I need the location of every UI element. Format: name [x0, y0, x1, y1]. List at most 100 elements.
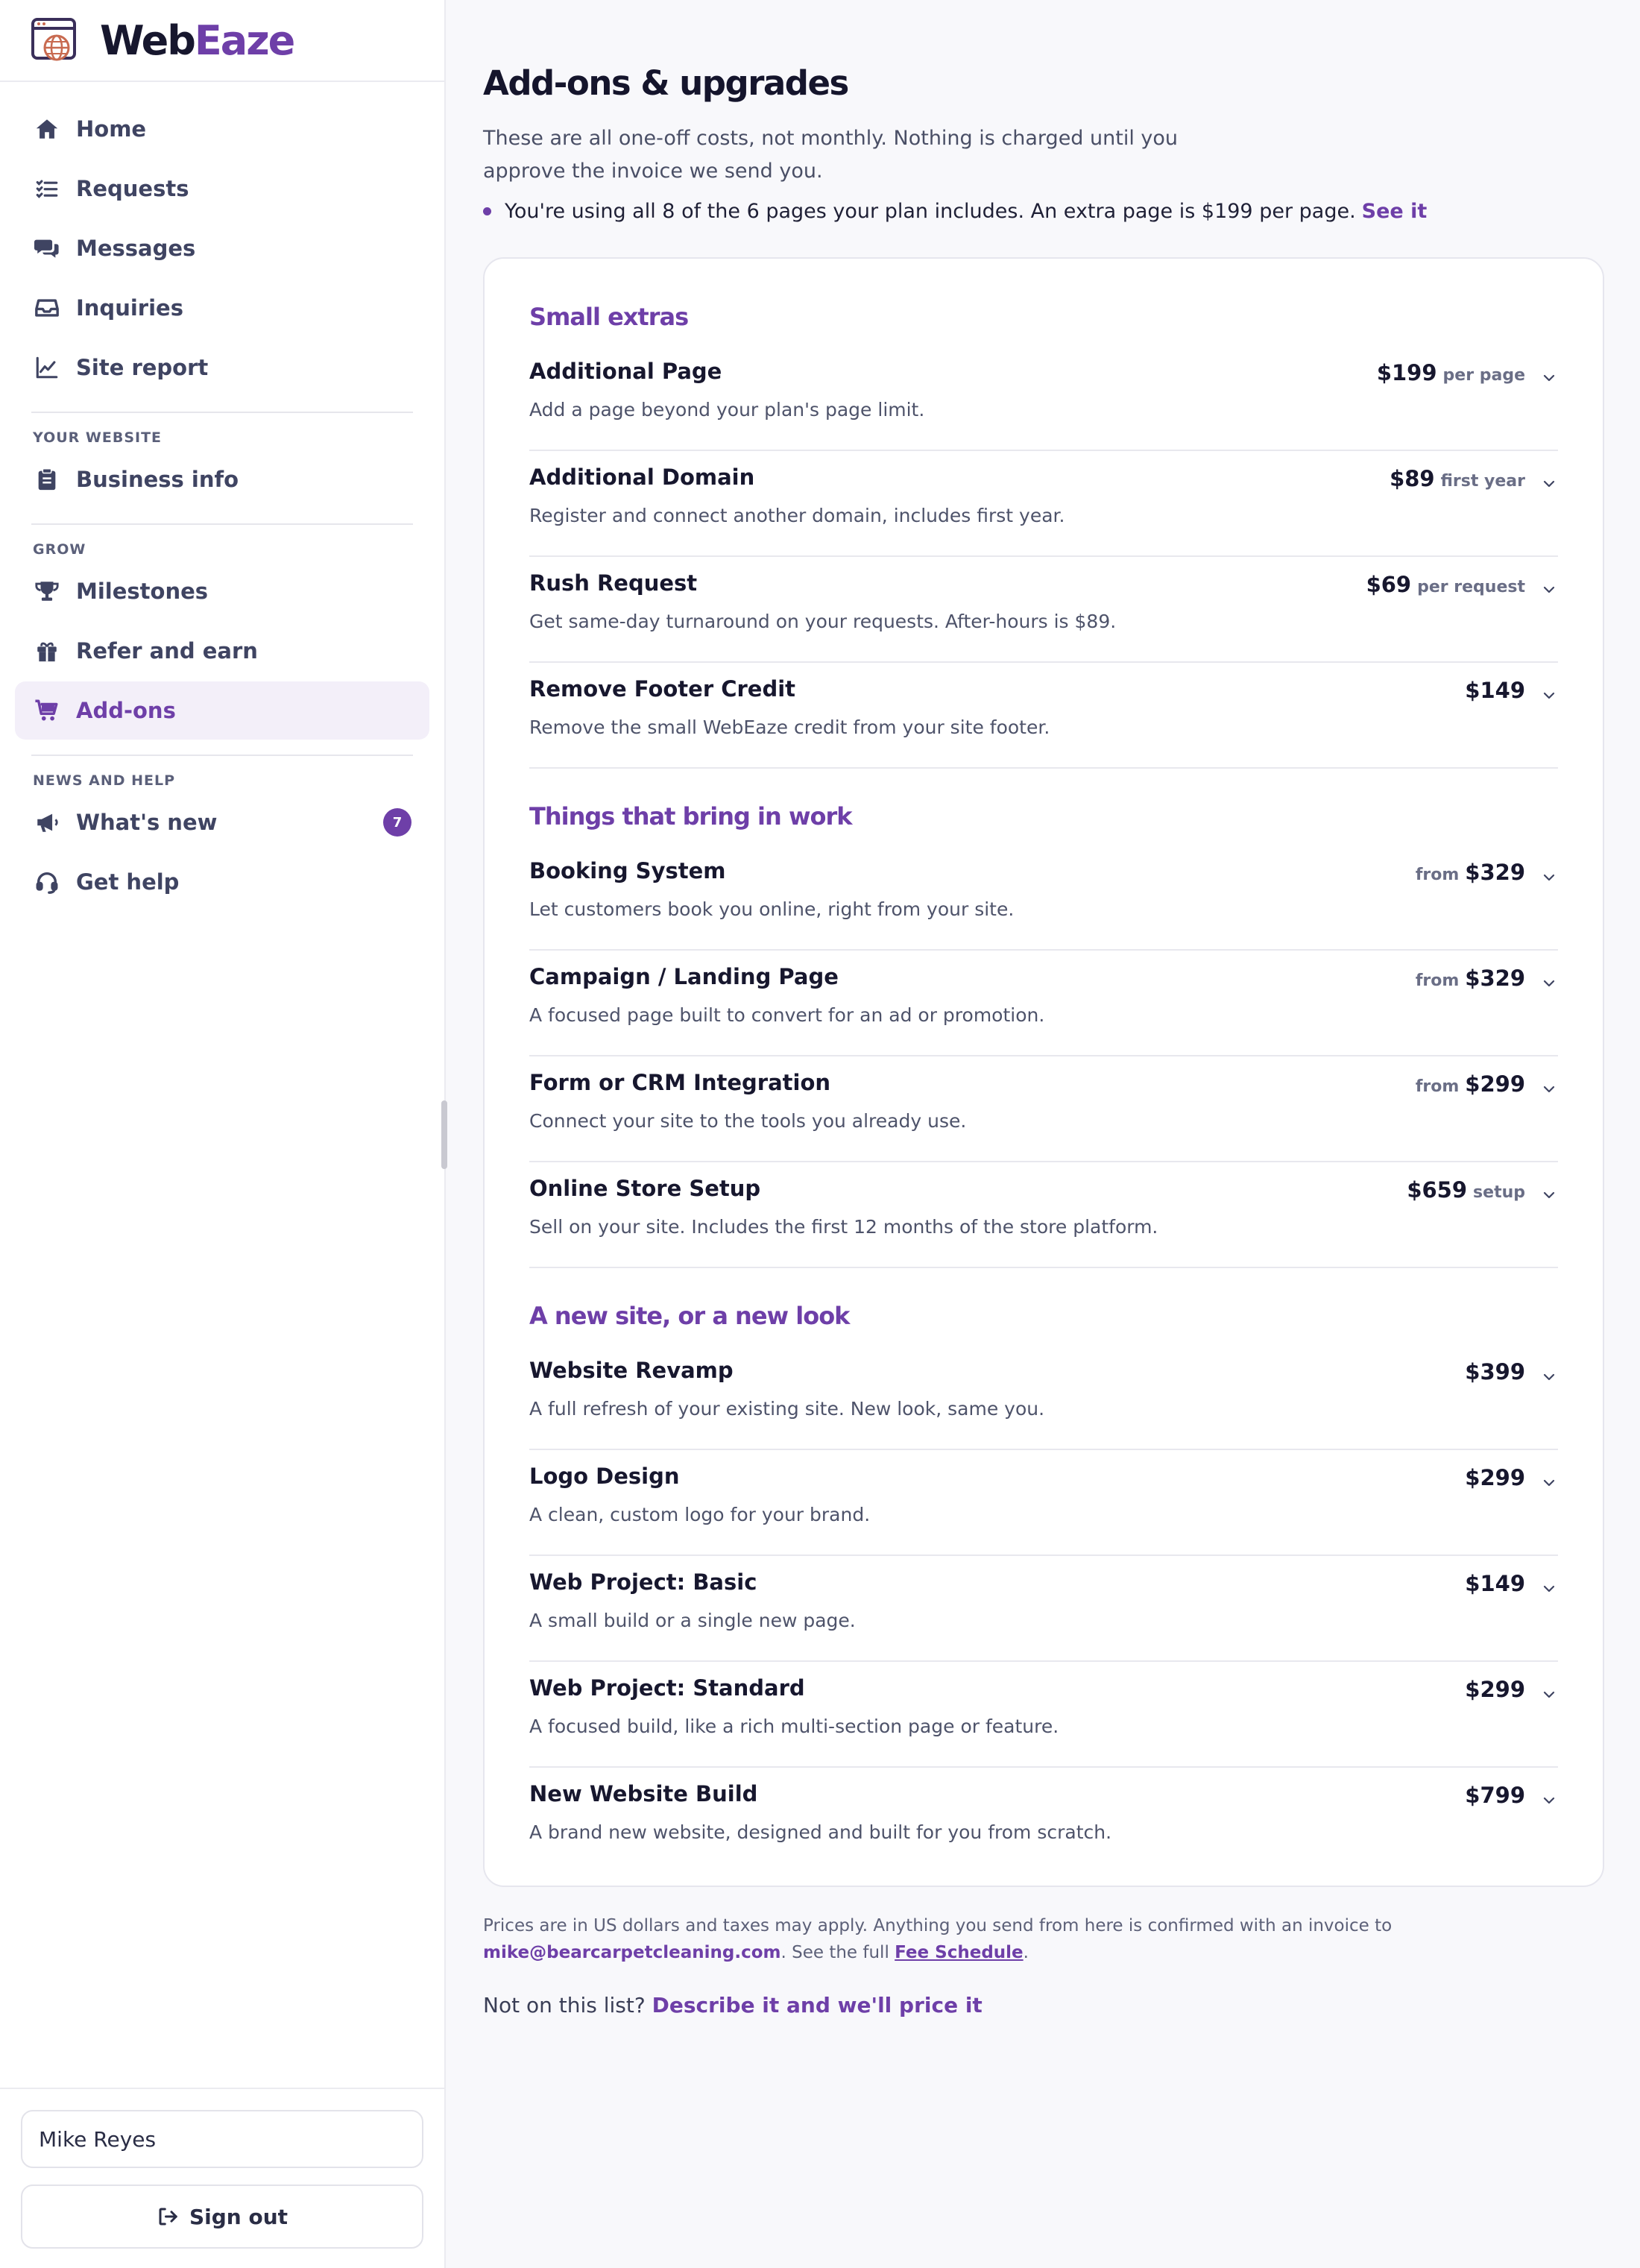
brand-name: WebEaze: [100, 16, 295, 64]
addon-item[interactable]: New Website Build A brand new website, de…: [529, 1768, 1558, 1874]
sidebar-item-label: What's new: [76, 810, 218, 835]
user-name-field[interactable]: Mike Reyes: [21, 2110, 423, 2168]
addon-price: $89 first year: [1390, 466, 1525, 491]
addon-price: $149: [1465, 678, 1525, 703]
addon-price: $299: [1465, 1677, 1525, 1702]
sidebar-item-label: Refer and earn: [76, 638, 258, 664]
addon-name: Form or CRM Integration: [529, 1070, 831, 1095]
addon-price: $199 per page: [1377, 360, 1525, 385]
addon-group: Small extras Additional Page Add a page be…: [529, 289, 1558, 769]
sidebar-scrollbar[interactable]: [441, 1100, 447, 1169]
addon-item[interactable]: Online Store Setup Sell on your site. Inc…: [529, 1162, 1558, 1268]
chevron-down-icon[interactable]: [1540, 369, 1558, 387]
nav-section-title: NEWS AND HELP: [33, 772, 176, 789]
sidebar-item-whats-new[interactable]: What's new 7: [15, 793, 429, 851]
addon-item[interactable]: Rush Request Get same-day turnaround on y…: [529, 557, 1558, 663]
sidebar-item-get-help[interactable]: Get help: [15, 853, 429, 911]
fee-schedule-link[interactable]: Fee Schedule: [895, 1943, 1023, 1962]
addon-item[interactable]: Campaign / Landing Page A focused page bu…: [529, 951, 1558, 1056]
bullet-dot: [483, 207, 491, 215]
sidebar-item-label: Get help: [76, 869, 180, 895]
account-email-link[interactable]: mike@bearcarpetcleaning.com: [483, 1943, 780, 1962]
addon-item[interactable]: Additional Page Add a page beyond your pl…: [529, 345, 1558, 451]
price-amount: $799: [1465, 1783, 1525, 1808]
price-amount: $89: [1390, 466, 1435, 491]
price-amount: $149: [1465, 1571, 1525, 1596]
sidebar-item-add-ons[interactable]: Add-ons: [15, 681, 429, 740]
addon-price: $399: [1465, 1359, 1525, 1385]
clipboard-icon: [33, 465, 61, 494]
chevron-down-icon[interactable]: [1540, 581, 1558, 599]
chevron-down-icon[interactable]: [1540, 1792, 1558, 1809]
intro-text: These are all one-off costs, not monthly…: [483, 127, 1179, 183]
sidebar-item-business-info[interactable]: Business info: [15, 450, 429, 508]
chevron-down-icon[interactable]: [1540, 1080, 1558, 1098]
addon-description: A clean, custom logo for your brand.: [529, 1504, 871, 1525]
addon-item[interactable]: Web Project: Standard A focused build, li…: [529, 1662, 1558, 1768]
notification-badge: 7: [383, 808, 411, 837]
sidebar: WebEaze Home Requests Messages Inquiries…: [0, 0, 446, 2268]
addon-description: Sell on your site. Includes the first 12…: [529, 1216, 1158, 1238]
see-it-link[interactable]: See it: [1362, 200, 1428, 223]
sidebar-item-home[interactable]: Home: [15, 100, 429, 158]
sidebar-item-refer-and-earn[interactable]: Refer and earn: [15, 622, 429, 680]
sidebar-item-milestones[interactable]: Milestones: [15, 562, 429, 620]
addon-price: $69 per request: [1366, 572, 1525, 597]
addon-price: $299: [1465, 1465, 1525, 1490]
sidebar-account: Mike Reyes Sign out: [0, 2088, 444, 2268]
brand[interactable]: WebEaze: [0, 0, 444, 82]
sidebar-item-site-report[interactable]: Site report: [15, 338, 429, 397]
price-amount: $399: [1465, 1359, 1525, 1385]
chevron-down-icon[interactable]: [1540, 1368, 1558, 1386]
sidebar-item-messages[interactable]: Messages: [15, 219, 429, 277]
addon-name: Web Project: Standard: [529, 1675, 805, 1701]
chat-bubbles-icon: [33, 234, 61, 262]
addon-item[interactable]: Booking System Let customers book you onl…: [529, 845, 1558, 951]
headset-icon: [33, 868, 61, 896]
addon-description: A focused page built to convert for an a…: [529, 1004, 1045, 1026]
describe-request-link[interactable]: Describe it and we'll price it: [652, 1993, 983, 2017]
addon-description: A full refresh of your existing site. Ne…: [529, 1398, 1045, 1420]
addon-price: from $299: [1416, 1071, 1525, 1097]
price-unit: setup: [1473, 1183, 1525, 1202]
home-icon: [33, 115, 61, 143]
addon-description: Add a page beyond your plan's page limit…: [529, 399, 925, 420]
chevron-down-icon[interactable]: [1540, 1580, 1558, 1598]
nav-section-title: YOUR WEBSITE: [33, 429, 163, 446]
sidebar-item-requests[interactable]: Requests: [15, 160, 429, 218]
chevron-down-icon[interactable]: [1540, 1686, 1558, 1704]
trophy-icon: [33, 577, 61, 605]
page-title: Add-ons & upgrades: [483, 63, 849, 103]
megaphone-icon: [33, 808, 61, 837]
sidebar-item-label: Site report: [76, 355, 209, 380]
addon-item[interactable]: Logo Design A clean, custom logo for your…: [529, 1450, 1558, 1556]
sign-out-button[interactable]: Sign out: [21, 2184, 423, 2249]
addon-item[interactable]: Remove Footer Credit Remove the small Web…: [529, 663, 1558, 769]
chevron-down-icon[interactable]: [1540, 869, 1558, 886]
sidebar-item-label: Milestones: [76, 579, 209, 604]
cart-icon: [33, 696, 61, 725]
chevron-down-icon[interactable]: [1540, 1186, 1558, 1204]
addon-group: Things that bring in work Booking System L…: [529, 788, 1558, 1268]
addon-description: Let customers book you online, right fro…: [529, 898, 1015, 920]
price-unit: per request: [1417, 578, 1525, 596]
chevron-down-icon[interactable]: [1540, 475, 1558, 493]
addon-description: A small build or a single new page.: [529, 1610, 856, 1631]
nav-section-title: GROW: [33, 541, 86, 558]
chevron-down-icon[interactable]: [1540, 687, 1558, 705]
chevron-down-icon[interactable]: [1540, 974, 1558, 992]
group-title: Things that bring in work: [529, 802, 853, 831]
custom-request-prompt: Not on this list? Describe it and we'll …: [483, 1993, 1604, 2017]
price-amount: $69: [1366, 572, 1412, 597]
chevron-down-icon[interactable]: [1540, 1474, 1558, 1492]
addon-item[interactable]: Additional Domain Register and connect an…: [529, 451, 1558, 557]
sidebar-item-inquiries[interactable]: Inquiries: [15, 279, 429, 337]
footnote-text-2: . See the full: [780, 1943, 889, 1962]
price-amount: $329: [1465, 860, 1525, 885]
price-unit: per page: [1442, 366, 1525, 385]
price-amount: $149: [1465, 678, 1525, 703]
checklist-icon: [33, 174, 61, 203]
addon-item[interactable]: Web Project: Basic A small build or a sin…: [529, 1556, 1558, 1662]
addon-item[interactable]: Website Revamp A full refresh of your exi…: [529, 1344, 1558, 1450]
addon-item[interactable]: Form or CRM Integration Connect your site…: [529, 1056, 1558, 1162]
